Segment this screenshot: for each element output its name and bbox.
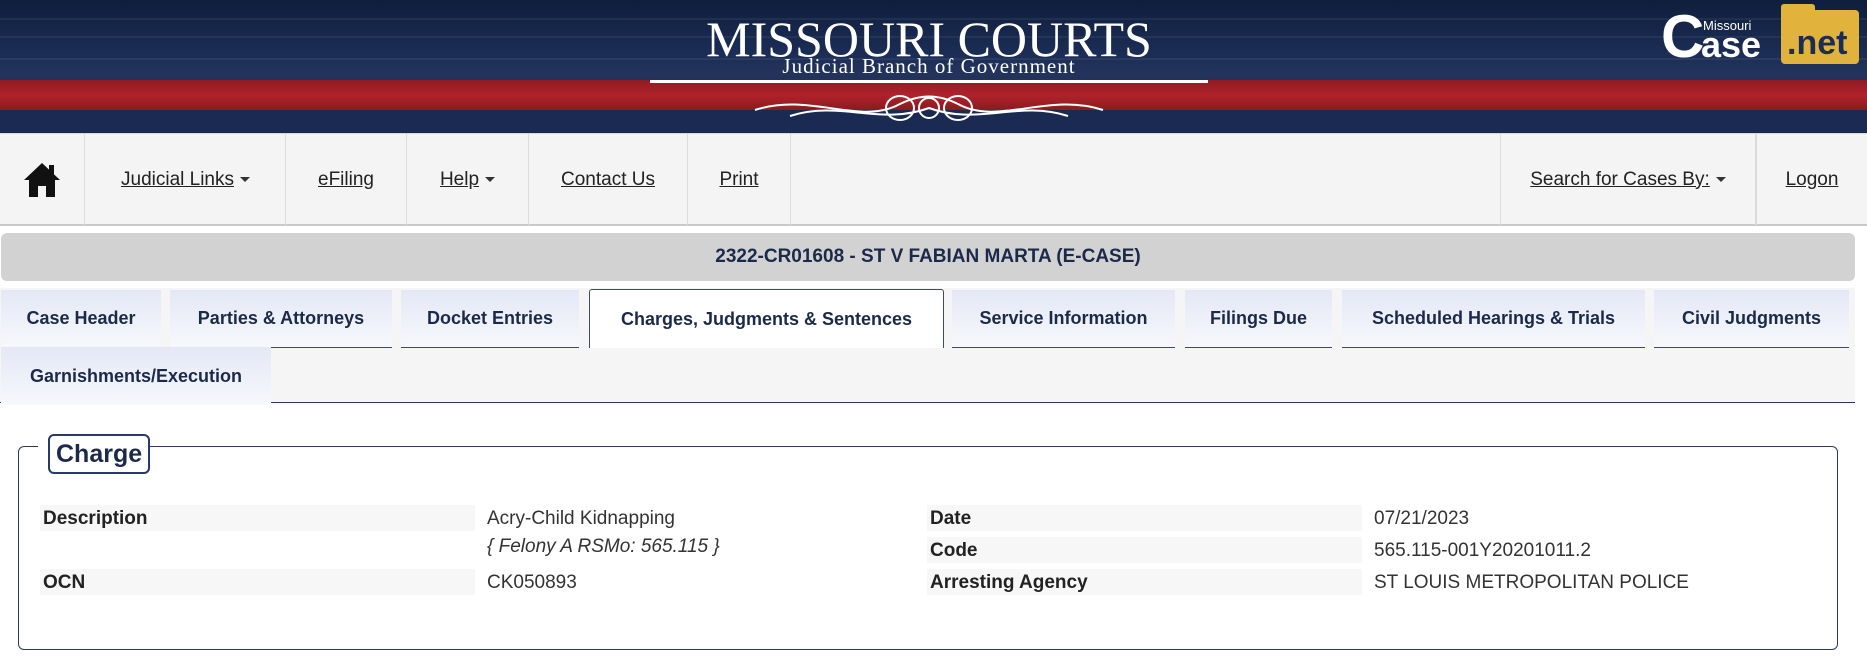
code-label: Code xyxy=(930,540,978,561)
date-row-bg xyxy=(927,505,1362,531)
flourish-icon xyxy=(754,95,1104,121)
tab-service-information[interactable]: Service Information xyxy=(952,290,1175,348)
nav-search-label: Search for Cases By: xyxy=(1530,168,1710,190)
nav-contact-label: Contact Us xyxy=(561,168,655,190)
tab-civil-judgments[interactable]: Civil Judgments xyxy=(1654,290,1849,348)
tab-scheduled-hearings[interactable]: Scheduled Hearings & Trials xyxy=(1342,290,1645,348)
missouri-courts-logo[interactable]: MISSOURI COURTS Judicial Branch of Gover… xyxy=(650,8,1208,128)
ocn-value: CK050893 xyxy=(487,572,577,593)
tab-case-header[interactable]: Case Header xyxy=(1,290,161,348)
description-value: Acry-Child Kidnapping xyxy=(487,508,675,529)
case-tabs: Case Header Parties & Attorneys Docket E… xyxy=(0,288,1855,405)
tab-filings-due[interactable]: Filings Due xyxy=(1185,290,1332,348)
logo-rule xyxy=(650,80,1208,83)
nav-efiling-label: eFiling xyxy=(318,168,374,190)
casenet-ase: ase xyxy=(1701,24,1762,65)
tab-docket-entries[interactable]: Docket Entries xyxy=(401,290,579,348)
charge-legend: Charge xyxy=(48,434,151,474)
description-label: Description xyxy=(43,508,148,529)
chevron-down-icon xyxy=(485,177,496,182)
home-button[interactable] xyxy=(0,134,85,225)
tab-garnishments-execution[interactable]: Garnishments/Execution xyxy=(1,347,271,405)
nav-search-cases[interactable]: Search for Cases By: xyxy=(1500,134,1756,225)
date-label: Date xyxy=(930,508,972,529)
chevron-down-icon xyxy=(240,177,250,182)
nav-efiling[interactable]: eFiling xyxy=(286,134,407,225)
nav-logon[interactable]: Logon xyxy=(1756,134,1867,225)
casenet-c: C xyxy=(1661,3,1705,70)
nav-judicial-links-label: Judicial Links xyxy=(121,168,234,190)
logo-subtitle: Judicial Branch of Government xyxy=(782,54,1076,78)
case-title: 2322-CR01608 - ST V FABIAN MARTA (E-CASE… xyxy=(1,233,1855,281)
casenet-net: .net xyxy=(1787,24,1848,62)
code-value: 565.115-001Y20201011.2 xyxy=(1374,540,1591,561)
main-nav: Judicial Links eFiling Help Contact Us P… xyxy=(0,133,1867,226)
chevron-down-icon xyxy=(1715,177,1726,182)
date-value: 07/21/2023 xyxy=(1374,508,1470,529)
nav-judicial-links[interactable]: Judicial Links xyxy=(86,134,286,225)
site-banner: MISSOURI COURTS Judicial Branch of Gover… xyxy=(0,0,1867,133)
nav-help-label: Help xyxy=(439,168,480,190)
tab-charges-judgments-sentences[interactable]: Charges, Judgments & Sentences xyxy=(589,289,944,348)
nav-print-label: Print xyxy=(719,168,759,190)
arresting-agency-value: ST LOUIS METROPOLITAN POLICE xyxy=(1374,572,1689,593)
nav-logon-label: Logon xyxy=(1785,168,1839,190)
ocn-label: OCN xyxy=(43,572,86,593)
nav-print[interactable]: Print xyxy=(688,134,791,225)
nav-help[interactable]: Help xyxy=(407,134,529,225)
nav-contact-us[interactable]: Contact Us xyxy=(529,134,688,225)
home-icon xyxy=(24,162,60,197)
arresting-agency-label: Arresting Agency xyxy=(930,572,1088,593)
casenet-logo[interactable]: C Missouri ase .net xyxy=(1661,3,1861,70)
ocn-row-bg xyxy=(40,569,475,595)
code-row-bg xyxy=(927,537,1362,563)
tab-parties-attorneys[interactable]: Parties & Attorneys xyxy=(170,290,392,348)
description-detail: { Felony A RSMo: 565.115 } xyxy=(487,536,720,557)
